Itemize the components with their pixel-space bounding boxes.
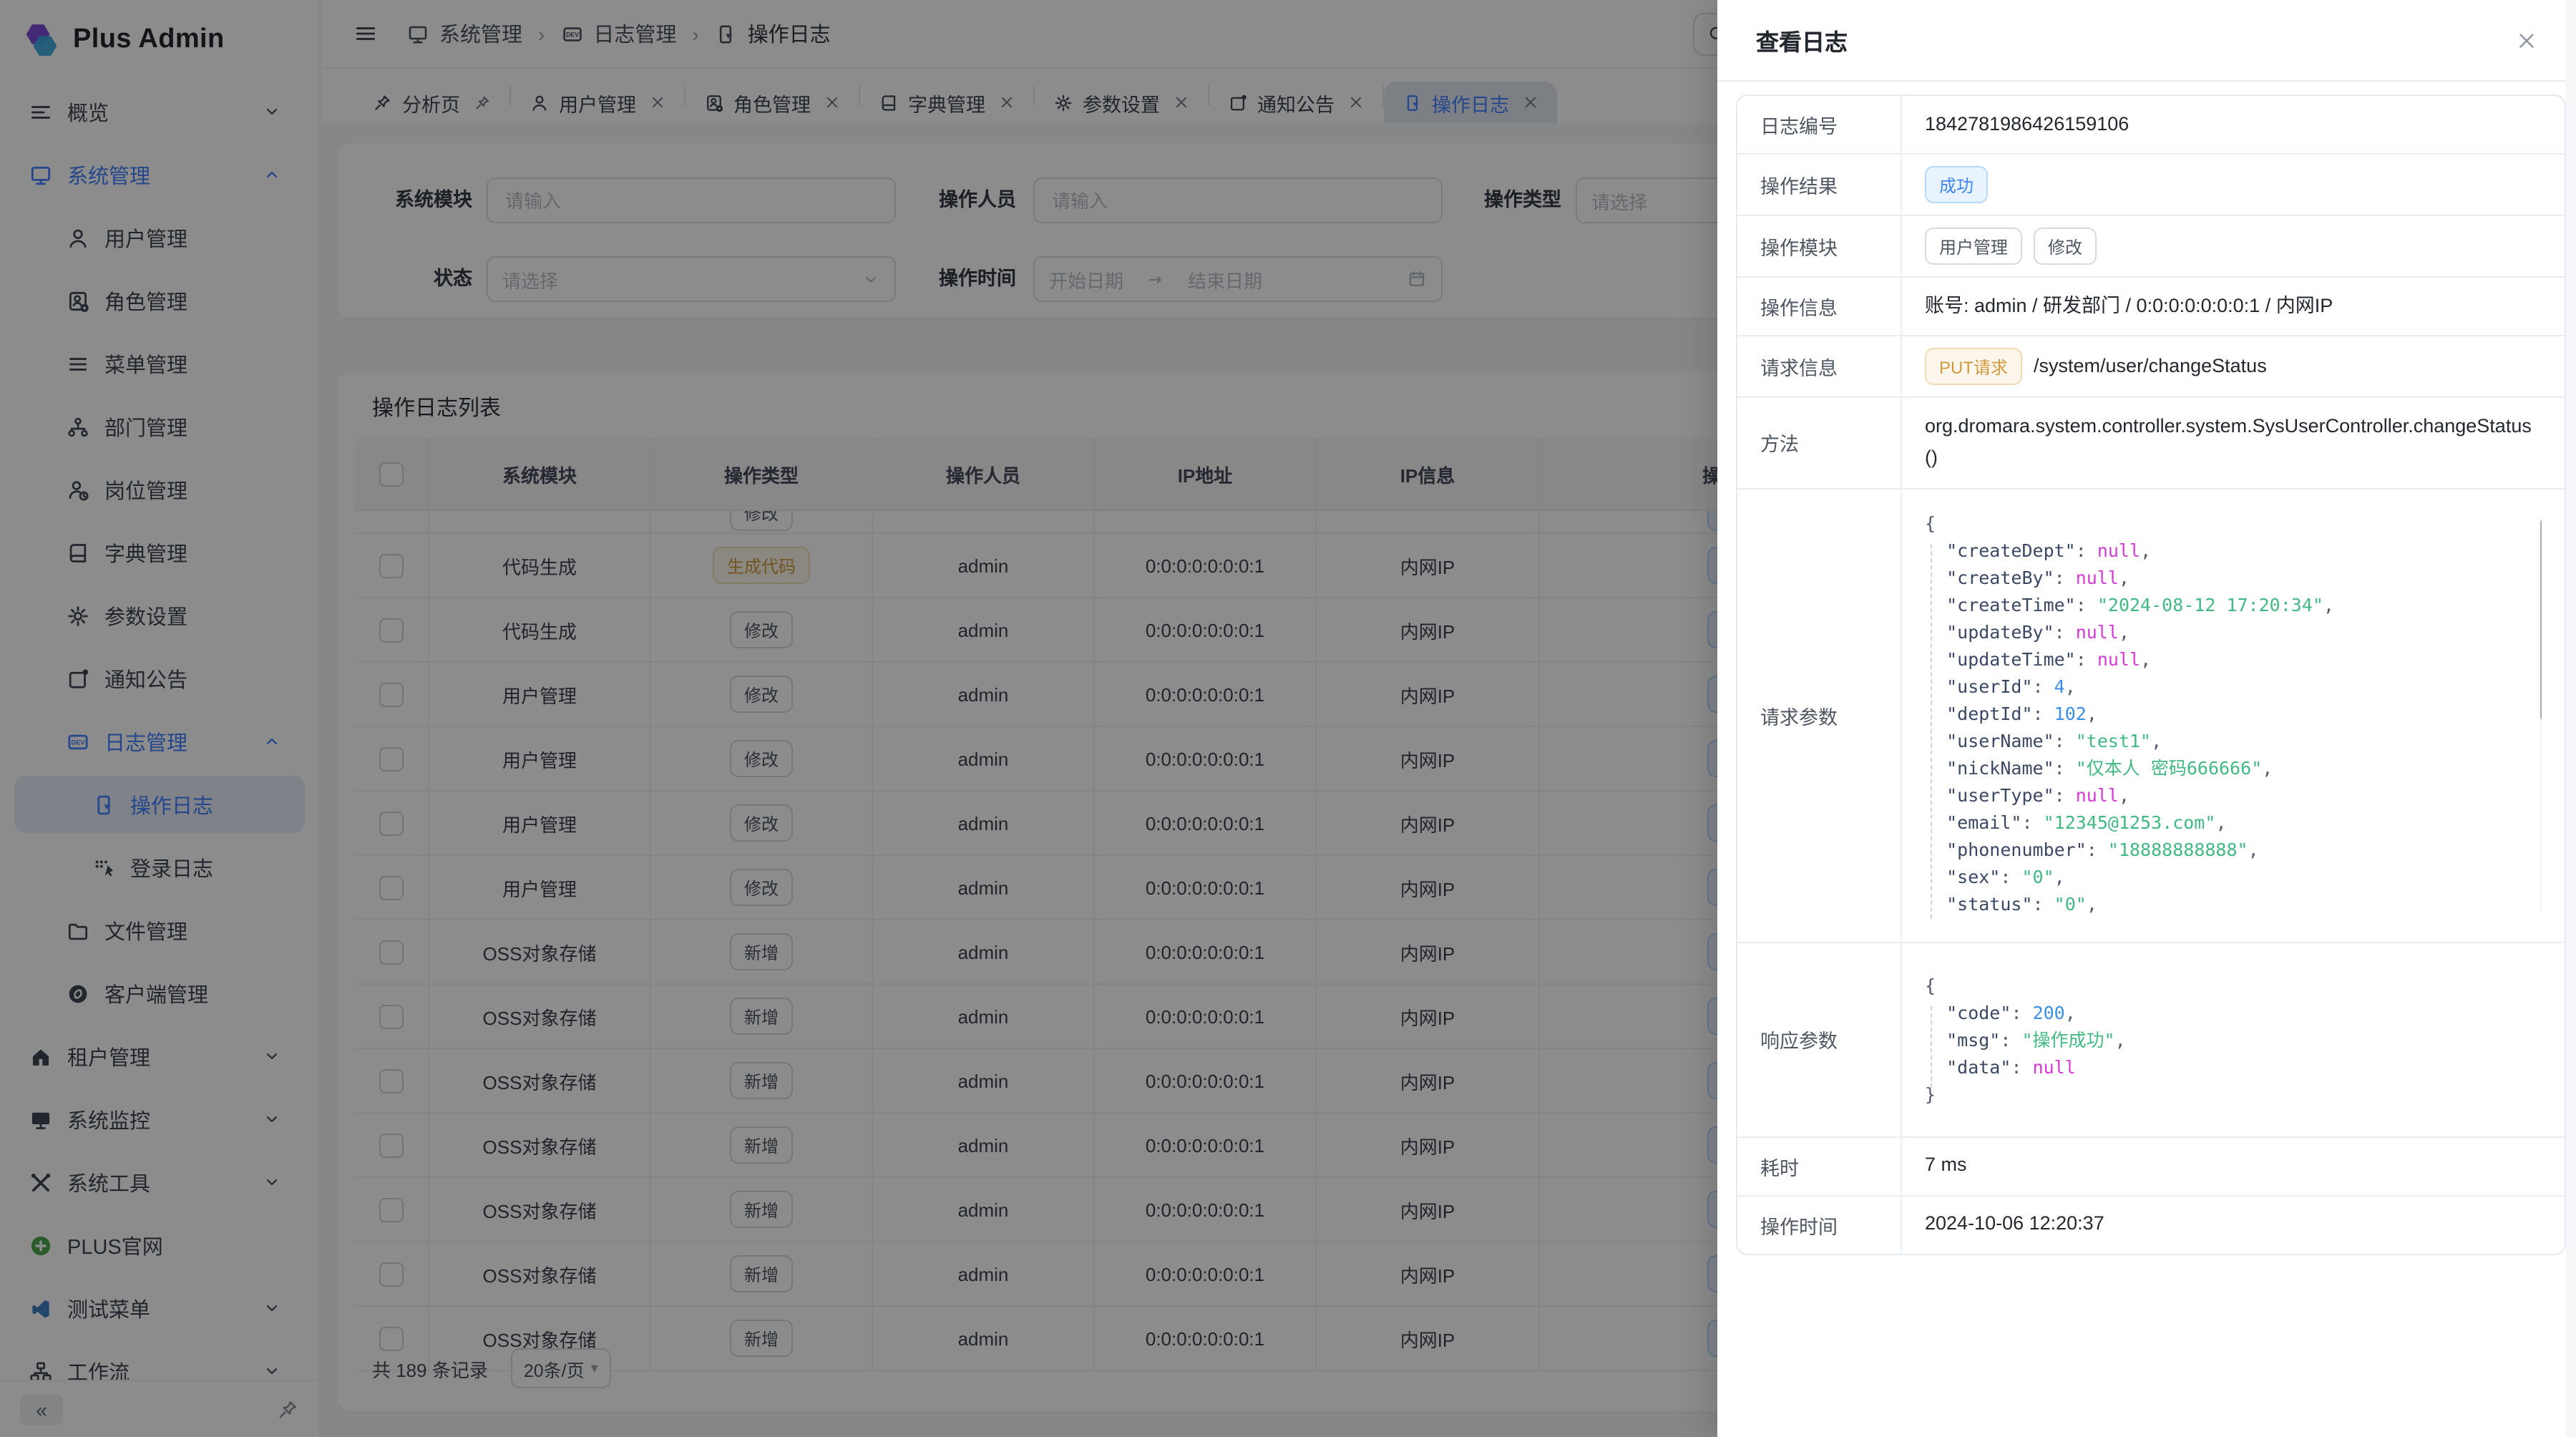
log-detail-table: 日志编号1842781986426159106操作结果成功操作模块用户管理修改操… [1736, 94, 2566, 1255]
view-log-drawer: 查看日志 日志编号1842781986426159106操作结果成功操作模块用户… [1717, 0, 2576, 1437]
indent-guide [1931, 543, 1932, 918]
detail-row-1: 操作结果成功 [1737, 155, 2565, 216]
indent-guide [1931, 1005, 1932, 1087]
detail-label: 日志编号 [1737, 96, 1902, 153]
module-tag: 修改 [2034, 228, 2097, 265]
drawer-scrollbar[interactable] [2566, 0, 2576, 1437]
detail-row-7: 响应参数{ "code": 200, "msg": "操作成功", "data"… [1737, 942, 2565, 1137]
result-tag: 成功 [1925, 166, 1988, 203]
detail-label: 操作信息 [1737, 278, 1902, 335]
detail-row-9: 操作时间 2024-10-06 12:20:37 [1737, 1196, 2565, 1253]
detail-row-5: 方法 org.dromara.system.controller.system.S… [1737, 398, 2565, 489]
detail-row-0: 日志编号 1842781986426159106 [1737, 96, 2565, 155]
detail-row-3: 操作信息账号: admin / 研发部门 / 0:0:0:0:0:0:0:1 /… [1737, 278, 2565, 336]
module-tag: 用户管理 [1925, 228, 2022, 265]
app-root: Plus Admin 概览系统管理用户管理角色管理菜单管理部门管理岗位管理字典管… [0, 0, 2576, 1437]
detail-row-4: 请求信息PUT请求/system/user/changeStatus [1737, 336, 2565, 398]
detail-label: 操作时间 [1737, 1196, 1902, 1253]
detail-label: 操作结果 [1737, 155, 1902, 215]
drawer-overlay[interactable] [0, 0, 1717, 1437]
detail-label: 操作模块 [1737, 216, 1902, 276]
detail-row-6: 请求参数{ "createDept": null, "createBy": nu… [1737, 489, 2565, 942]
json-block[interactable]: { "createDept": null, "createBy": null, … [1925, 509, 2542, 921]
detail-value: 账号: admin / 研发部门 / 0:0:0:0:0:0:0:1 / 内网I… [1925, 291, 2333, 323]
detail-label: 请求参数 [1737, 489, 1902, 941]
detail-row-8: 耗时 7 ms [1737, 1137, 2565, 1196]
detail-row-2: 操作模块用户管理修改 [1737, 216, 2565, 278]
drawer-header: 查看日志 [1717, 0, 2576, 82]
detail-label: 方法 [1737, 398, 1902, 487]
request-method-tag: PUT请求 [1925, 348, 2022, 385]
detail-label: 请求信息 [1737, 336, 1902, 396]
detail-value: 7 ms [1925, 1150, 1967, 1182]
detail-value: org.dromara.system.controller.system.Sys… [1925, 411, 2542, 474]
detail-label: 耗时 [1737, 1137, 1902, 1194]
scrollbar-thumb[interactable] [2540, 517, 2542, 721]
detail-value: 1842781986426159106 [1925, 109, 2129, 141]
detail-value: 2024-10-06 12:20:37 [1925, 1209, 2104, 1241]
detail-label: 响应参数 [1737, 942, 1902, 1136]
close-icon[interactable] [2516, 29, 2537, 51]
json-block: { "code": 200, "msg": "操作成功", "data": nu… [1925, 971, 2542, 1107]
drawer-title: 查看日志 [1756, 23, 1848, 57]
